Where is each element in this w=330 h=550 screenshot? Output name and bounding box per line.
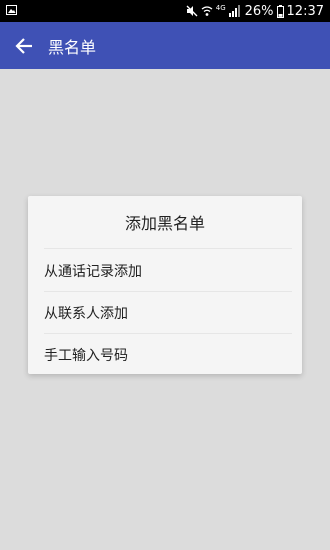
app-bar: 黑名单 [0, 22, 330, 69]
battery-percent: 26% [244, 3, 274, 19]
clock: 12:37 [286, 3, 324, 19]
mute-icon [186, 5, 198, 17]
add-from-call-log-option[interactable]: 从通话记录添加 [44, 250, 294, 291]
page-title: 黑名单 [48, 37, 97, 57]
divider [44, 248, 292, 249]
status-bar: 4G 26% 12:37 [0, 0, 330, 22]
signal-icon [228, 5, 240, 17]
gallery-icon [6, 5, 17, 15]
manual-input-number-option[interactable]: 手工输入号码 [44, 334, 294, 375]
back-arrow-icon [15, 37, 32, 54]
add-from-contacts-option[interactable]: 从联系人添加 [44, 292, 294, 333]
network-type: 4G [215, 4, 226, 12]
add-blacklist-dialog: 添加黑名单 从通话记录添加 从联系人添加 手工输入号码 [28, 196, 302, 374]
dialog-title: 添加黑名单 [124, 214, 205, 233]
back-button[interactable] [4, 26, 44, 66]
battery-icon [276, 4, 284, 18]
wifi-icon [201, 6, 213, 16]
status-icons: 4G 26% 12:37 [186, 0, 324, 22]
